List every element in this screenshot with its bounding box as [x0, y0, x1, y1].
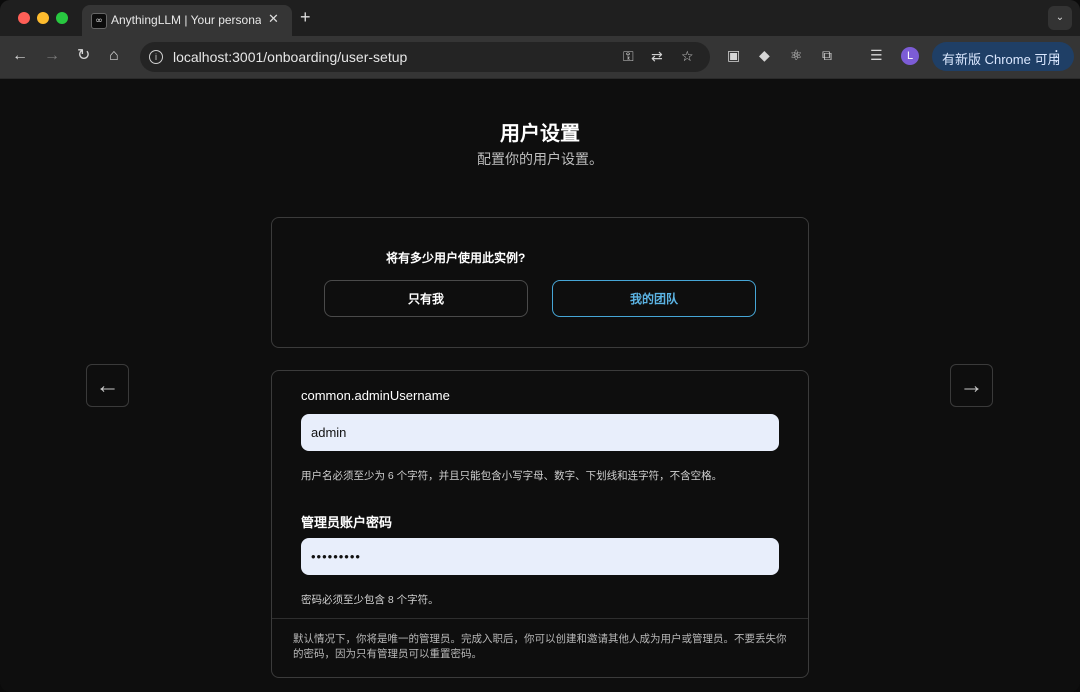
- reading-list-icon[interactable]: ☰: [870, 47, 883, 64]
- forward-arrow-icon[interactable]: →: [950, 364, 993, 407]
- url-text: localhost:3001/onboarding/user-setup: [173, 49, 408, 65]
- minimize-window-button[interactable]: [37, 12, 49, 24]
- extension-square-icon[interactable]: ▣: [727, 47, 740, 64]
- divider: [272, 618, 808, 619]
- close-tab-icon[interactable]: ✕: [268, 11, 279, 27]
- just-me-button[interactable]: 只有我: [324, 280, 528, 317]
- react-devtools-icon[interactable]: ⚛: [790, 47, 803, 64]
- site-info-icon[interactable]: i: [149, 50, 163, 64]
- update-label: 有新版 Chrome 可用: [942, 52, 1061, 67]
- password-hint: 密码必须至少包含 8 个字符。: [301, 594, 439, 606]
- password-input[interactable]: •••••••••: [301, 538, 779, 575]
- username-hint: 用户名必须至少为 6 个字符，并且只能包含小写字母、数字、下划线和连字符，不含空…: [301, 470, 723, 482]
- new-tab-icon[interactable]: +: [300, 7, 311, 28]
- password-label: 管理员账户密码: [301, 515, 393, 530]
- translate-icon[interactable]: ⇄: [651, 48, 663, 65]
- extension-gem-icon[interactable]: ◆: [759, 47, 770, 64]
- browser-tab[interactable]: ∞ AnythingLLM | Your personal ✕: [82, 5, 292, 36]
- browser-window: ∞ AnythingLLM | Your personal ✕ + ⌄ ← → …: [0, 0, 1080, 692]
- address-bar[interactable]: i localhost:3001/onboarding/user-setup ⚿…: [140, 42, 710, 72]
- username-input[interactable]: admin: [301, 414, 779, 451]
- onboarding-page: 用户设置 配置你的用户设置。 将有多少用户使用此实例? 只有我 我的团队 ← →…: [0, 79, 1080, 692]
- bookmark-star-icon[interactable]: ☆: [681, 48, 694, 65]
- tab-strip: ∞ AnythingLLM | Your personal ✕ + ⌄: [0, 0, 1080, 36]
- chrome-update-button[interactable]: 有新版 Chrome 可用 ⋮: [932, 42, 1074, 71]
- back-arrow-icon[interactable]: ←: [12, 47, 28, 65]
- maximize-window-button[interactable]: [56, 12, 68, 24]
- my-team-button[interactable]: 我的团队: [552, 280, 756, 317]
- more-menu-icon[interactable]: ⋮: [1049, 47, 1064, 65]
- tab-search-chevron-icon[interactable]: ⌄: [1048, 6, 1072, 30]
- home-icon[interactable]: ⌂: [109, 47, 119, 65]
- extensions-puzzle-icon[interactable]: ⧉: [822, 47, 832, 64]
- username-label: common.adminUsername: [301, 388, 450, 403]
- close-window-button[interactable]: [18, 12, 30, 24]
- page-title: 用户设置: [500, 123, 580, 145]
- user-count-question: 将有多少用户使用此实例?: [386, 251, 526, 265]
- admin-setup-card: common.adminUsername admin 用户名必须至少为 6 个字…: [271, 370, 809, 678]
- profile-avatar[interactable]: L: [901, 47, 919, 65]
- user-count-card: 将有多少用户使用此实例? 只有我 我的团队: [271, 217, 809, 348]
- reload-icon[interactable]: ↻: [77, 47, 90, 65]
- password-key-icon[interactable]: ⚿: [623, 48, 634, 65]
- admin-info-note: 默认情况下，你将是唯一的管理员。完成入职后，你可以创建和邀请其他人成为用户或管理…: [293, 633, 787, 660]
- tab-title: AnythingLLM | Your personal: [111, 13, 261, 27]
- page-subtitle: 配置你的用户设置。: [477, 151, 603, 167]
- back-arrow-icon[interactable]: ←: [86, 364, 129, 407]
- anythingllm-favicon-icon: ∞: [91, 13, 107, 29]
- forward-arrow-icon[interactable]: →: [44, 47, 60, 65]
